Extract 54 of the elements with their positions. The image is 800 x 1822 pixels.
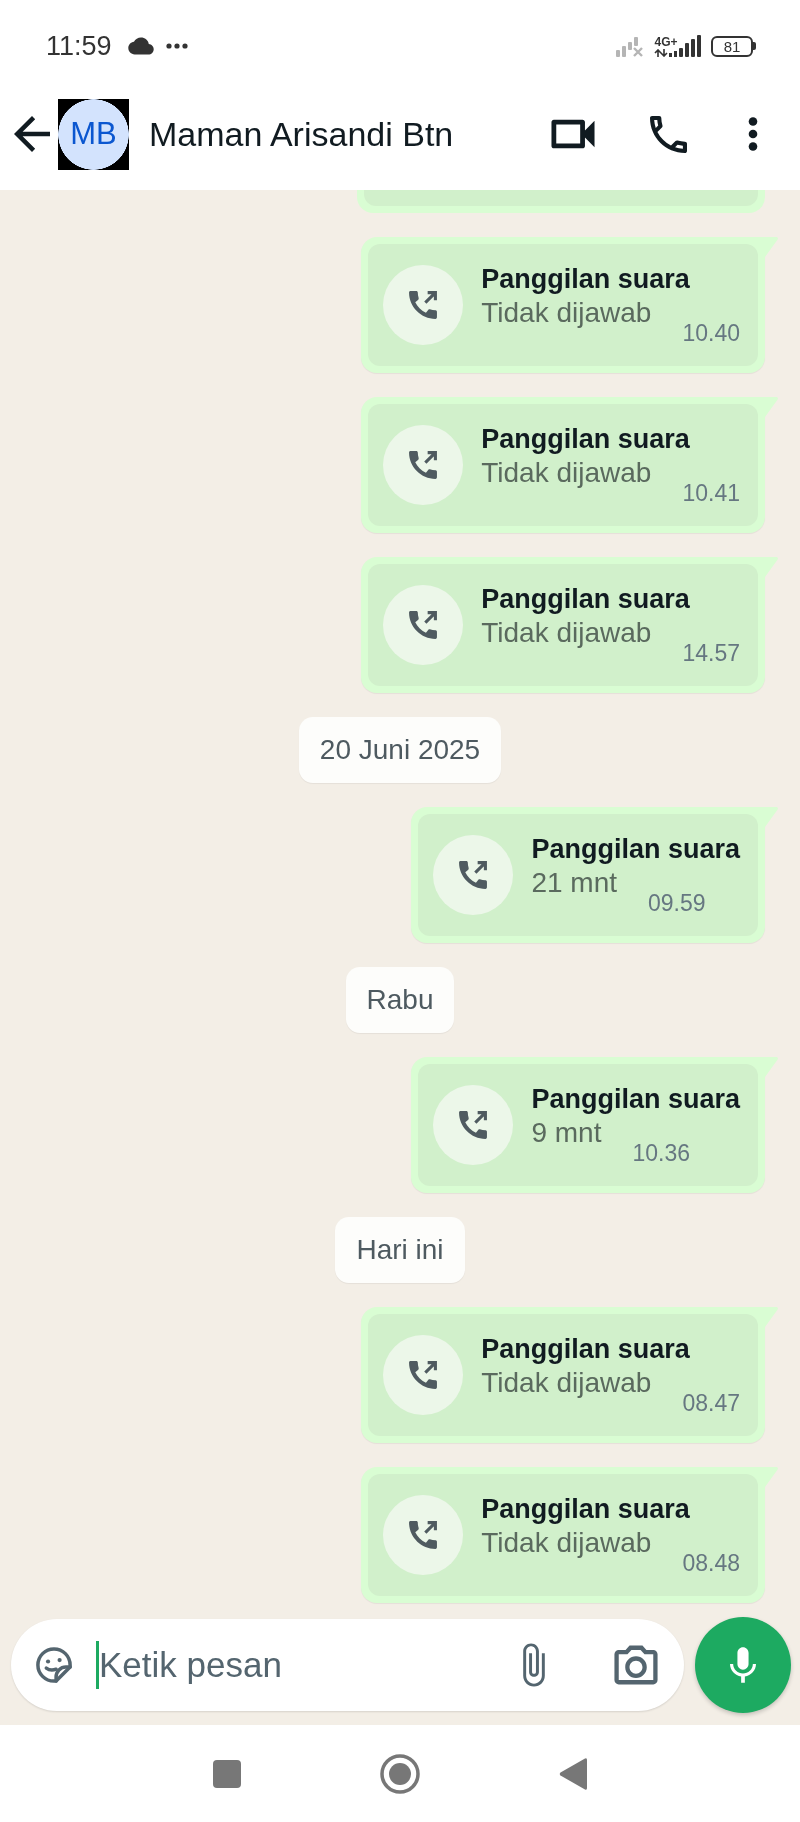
- outgoing-call-icon: [433, 835, 514, 915]
- message-time: 10.36: [632, 1139, 690, 1167]
- call-title: Panggilan suara: [481, 263, 691, 295]
- date-chip: 20 Juni 2025: [298, 717, 502, 783]
- outgoing-call-icon: [383, 265, 464, 345]
- cloud-icon: [127, 37, 154, 55]
- message-time: 10.40: [682, 319, 740, 347]
- message-input[interactable]: Ketik pesan: [99, 1641, 520, 1689]
- date-chip: Rabu: [345, 967, 455, 1033]
- call-title: Panggilan suara: [531, 833, 740, 865]
- call-title: Panggilan suara: [481, 583, 691, 615]
- phone-icon[interactable]: [650, 115, 687, 153]
- menu-icon[interactable]: [748, 117, 758, 151]
- camera-icon[interactable]: [614, 1645, 658, 1685]
- back-arrow-icon[interactable]: [14, 116, 50, 152]
- sticker-icon[interactable]: [33, 1644, 75, 1686]
- home-circle-icon[interactable]: [380, 1753, 420, 1794]
- outgoing-call-icon: [383, 1335, 464, 1415]
- network-type: 4G+: [654, 35, 678, 48]
- more-dots-icon: [165, 43, 188, 49]
- date-chip: Hari ini: [335, 1217, 465, 1283]
- data-arrows-icon: [654, 48, 678, 57]
- call-status: Tidak dijawab: [481, 1367, 652, 1399]
- message-time: 08.47: [682, 1389, 740, 1417]
- message-time: 14.57: [682, 639, 740, 667]
- recents-square-icon[interactable]: [213, 1759, 241, 1788]
- call-title: Panggilan suara: [481, 423, 691, 455]
- message-time: 10.41: [682, 479, 740, 507]
- signal-icon: [679, 35, 701, 57]
- outgoing-call-icon: [383, 585, 464, 665]
- paperclip-icon[interactable]: [520, 1643, 548, 1687]
- message-composer[interactable]: Ketik pesan: [11, 1619, 684, 1711]
- call-status: 21 mnt: [531, 867, 618, 899]
- avatar[interactable]: MB: [58, 98, 129, 170]
- call-status: Tidak dijawab: [481, 617, 652, 649]
- message-time: 08.48: [682, 1549, 740, 1577]
- battery-indicator: 81: [711, 35, 756, 57]
- microphone-icon: [730, 1646, 756, 1684]
- call-title: Panggilan suara: [481, 1493, 691, 1525]
- outgoing-call-icon: [383, 425, 464, 505]
- video-camera-icon[interactable]: [551, 119, 595, 149]
- call-status: Tidak dijawab: [481, 297, 652, 329]
- contact-name[interactable]: Maman Arisandi Btn: [149, 114, 454, 154]
- call-title: Panggilan suara: [481, 1333, 691, 1365]
- outgoing-call-icon: [433, 1085, 514, 1165]
- call-status: 9 mnt: [531, 1117, 602, 1149]
- call-title: Panggilan suara: [531, 1083, 740, 1115]
- back-triangle-icon[interactable]: [559, 1756, 587, 1791]
- outgoing-call-icon: [383, 1495, 464, 1575]
- status-time: 11:59: [46, 30, 112, 62]
- call-status: Tidak dijawab: [481, 1527, 652, 1559]
- mic-button[interactable]: [695, 1617, 791, 1713]
- message-time: 09.59: [648, 889, 706, 917]
- call-status: Tidak dijawab: [481, 457, 652, 489]
